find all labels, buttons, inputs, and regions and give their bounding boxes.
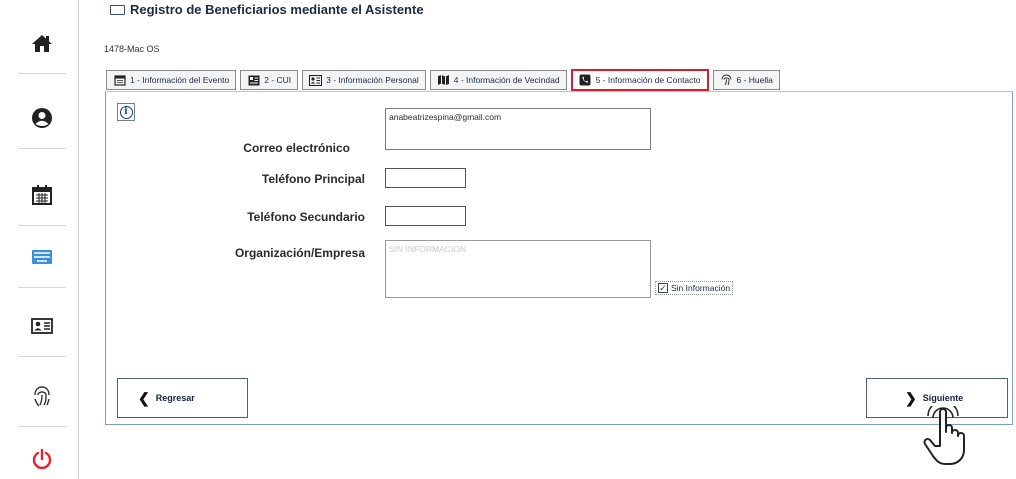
sidebar-item-power[interactable] [18, 428, 66, 479]
tab-personal-info[interactable]: 3 - Información Personal [302, 70, 426, 90]
page-title-text: Registro de Beneficiarios mediante el As… [130, 2, 424, 17]
email-field[interactable]: anabeatrizespina@gmail.com [385, 108, 651, 150]
tab-label: 5 - Información de Contacto [595, 75, 701, 85]
sidebar-item-home[interactable] [18, 12, 66, 74]
no-info-checkbox[interactable]: ✓ Sin Información [655, 281, 734, 295]
tab-label: 1 - Información del Evento [130, 75, 230, 85]
keyboard-icon [29, 244, 55, 270]
keyboard-icon [110, 4, 125, 15]
chevron-left-icon: ❮ [138, 390, 150, 406]
sidebar-item-user[interactable] [18, 87, 66, 149]
sidebar-item-fingerprint[interactable] [18, 365, 66, 427]
tab-cui[interactable]: 2 - CUI [240, 70, 299, 90]
map-icon [437, 74, 450, 86]
info-icon: i [119, 105, 133, 119]
chevron-right-icon: ❯ [905, 390, 917, 406]
sidebar [0, 0, 76, 479]
tab-label: 4 - Información de Vecindad [453, 75, 560, 85]
id-badge-icon [247, 74, 260, 86]
back-button[interactable]: ❮ Regresar [117, 378, 248, 418]
sidebar-item-id-card[interactable] [18, 295, 66, 357]
no-info-label: Sin Información [671, 283, 731, 293]
sidebar-item-calendar[interactable] [18, 164, 66, 226]
id-card-icon [29, 313, 55, 339]
tab-event-info[interactable]: 1 - Información del Evento [106, 70, 237, 90]
page-title: Registro de Beneficiarios mediante el As… [110, 2, 424, 17]
back-button-label: Regresar [155, 393, 195, 403]
checkbox-checked-icon[interactable]: ✓ [658, 283, 668, 293]
phone-secondary-label: Teléfono Secundario [247, 210, 365, 224]
phone-secondary-field[interactable] [385, 206, 466, 226]
tab-label: 3 - Información Personal [326, 75, 419, 85]
power-icon [29, 446, 55, 472]
sidebar-divider [78, 0, 79, 479]
info-button[interactable]: i [117, 103, 135, 121]
phone-icon [579, 74, 592, 86]
hand-pointer-cursor-icon [918, 400, 976, 466]
wizard-tabs: 1 - Información del Evento 2 - CUI 3 - I… [106, 69, 780, 92]
home-icon [29, 30, 55, 56]
device-subtitle: 1478-Mac OS [104, 44, 160, 54]
organization-label: Organización/Empresa [234, 246, 365, 260]
user-circle-icon [29, 105, 55, 131]
calendar-icon [113, 74, 126, 86]
organization-field[interactable]: SIN INFORMACION [385, 240, 651, 298]
email-label: Correo electrónico [243, 141, 350, 155]
fingerprint-icon [29, 383, 55, 409]
id-card-icon [309, 74, 323, 86]
fingerprint-icon [720, 74, 733, 86]
tab-label: 2 - CUI [264, 75, 292, 85]
next-button-label: Siguiente [922, 393, 964, 403]
calendar-icon [29, 182, 55, 208]
phone-primary-label: Teléfono Principal [261, 172, 365, 186]
tab-label: 6 - Huella [736, 75, 773, 85]
tab-contact-info[interactable]: 5 - Información de Contacto [570, 69, 709, 91]
phone-primary-field[interactable] [385, 168, 466, 188]
sidebar-item-keyboard[interactable] [18, 226, 66, 288]
tab-residence-info[interactable]: 4 - Información de Vecindad [429, 70, 567, 90]
tab-fingerprint[interactable]: 6 - Huella [712, 70, 780, 90]
